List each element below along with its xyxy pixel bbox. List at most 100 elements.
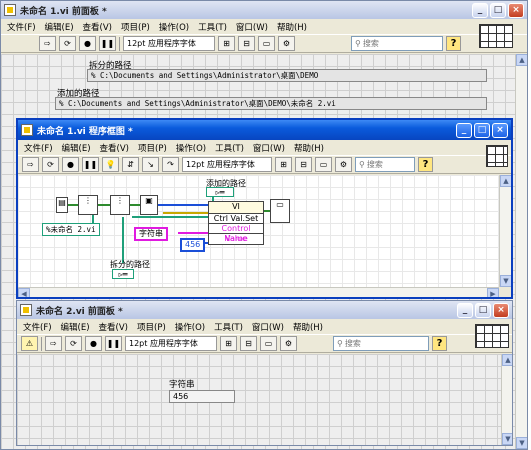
- vi-path-constant[interactable]: %未命名 2.vi: [42, 223, 100, 236]
- property-node[interactable]: VI Ctrl Val.Set Control Name Value: [208, 201, 264, 245]
- close-button[interactable]: ×: [492, 122, 508, 138]
- run-arrow-icon[interactable]: ⇨: [45, 336, 62, 351]
- menu-view[interactable]: 查看(V): [100, 142, 129, 154]
- align-icon[interactable]: ⊞: [275, 157, 292, 172]
- menu-operate[interactable]: 操作(O): [159, 21, 189, 33]
- scroll-right-icon[interactable]: ▶: [487, 288, 499, 297]
- scroll-down-icon[interactable]: ▼: [502, 433, 512, 445]
- menu-window[interactable]: 窗口(W): [253, 142, 285, 154]
- distribute-icon[interactable]: ⊟: [240, 336, 257, 351]
- horizontal-scrollbar[interactable]: ◀ ▶: [18, 287, 499, 297]
- run-continuous-icon[interactable]: ⟳: [42, 157, 59, 172]
- help-icon[interactable]: ?: [418, 157, 433, 172]
- vertical-scrollbar[interactable]: ▲ ▼: [501, 354, 512, 445]
- retain-wire-values-icon[interactable]: ⇵: [122, 157, 139, 172]
- menu-help[interactable]: 帮助(H): [293, 321, 323, 333]
- align-icon[interactable]: ⊞: [218, 36, 235, 51]
- step-over-icon[interactable]: ↷: [162, 157, 179, 172]
- distribute-icon[interactable]: ⊟: [238, 36, 255, 51]
- align-icon[interactable]: ⊞: [220, 336, 237, 351]
- minimize-button[interactable]: _: [457, 302, 473, 318]
- run-arrow-icon[interactable]: ⇨: [39, 36, 56, 51]
- vertical-scrollbar[interactable]: ▲ ▼: [515, 54, 527, 449]
- search-input[interactable]: ⚲ 搜索: [355, 157, 415, 172]
- connector-pane-icon[interactable]: [479, 24, 513, 48]
- scroll-up-icon[interactable]: ▲: [500, 175, 511, 187]
- menu-tools[interactable]: 工具(T): [214, 321, 243, 333]
- font-select[interactable]: 12pt 应用程序字体: [123, 36, 215, 51]
- menu-project[interactable]: 项目(P): [138, 142, 167, 154]
- resize-icon[interactable]: ▭: [315, 157, 332, 172]
- menu-file[interactable]: 文件(F): [7, 21, 36, 33]
- reorder-icon[interactable]: ⚙: [278, 36, 295, 51]
- build-path-node[interactable]: ⋮: [110, 195, 130, 215]
- title-bar[interactable]: 未命名 1.vi 前面板 * _ □ ×: [1, 1, 527, 19]
- reorder-icon[interactable]: ⚙: [280, 336, 297, 351]
- menu-project[interactable]: 项目(P): [121, 21, 150, 33]
- title-bar[interactable]: 未命名 1.vi 程序框图 * _ □ ×: [18, 120, 511, 140]
- pause-icon[interactable]: ❚❚: [82, 157, 99, 172]
- added-path-terminal[interactable]: ▹═: [206, 187, 234, 197]
- menu-operate[interactable]: 操作(O): [176, 142, 206, 154]
- help-icon[interactable]: ?: [432, 336, 447, 351]
- vertical-scrollbar[interactable]: ▲ ▼: [499, 175, 511, 287]
- resize-icon[interactable]: ▭: [260, 336, 277, 351]
- string-indicator[interactable]: 456: [169, 390, 235, 403]
- run-continuous-icon[interactable]: ⟳: [65, 336, 82, 351]
- menu-file[interactable]: 文件(F): [23, 321, 52, 333]
- distribute-icon[interactable]: ⊟: [295, 157, 312, 172]
- menu-edit[interactable]: 编辑(E): [61, 321, 90, 333]
- strip-path-node[interactable]: ⋮: [78, 195, 98, 215]
- highlight-execution-icon[interactable]: 💡: [102, 157, 119, 172]
- search-input[interactable]: ⚲ 搜索: [351, 36, 443, 51]
- menu-operate[interactable]: 操作(O): [175, 321, 205, 333]
- step-into-icon[interactable]: ↘: [142, 157, 159, 172]
- menu-tools[interactable]: 工具(T): [215, 142, 244, 154]
- string-constant[interactable]: 字符串: [134, 227, 168, 241]
- menu-help[interactable]: 帮助(H): [294, 142, 324, 154]
- scroll-up-icon[interactable]: ▲: [516, 54, 527, 66]
- reorder-icon[interactable]: ⚙: [335, 157, 352, 172]
- menu-window[interactable]: 窗口(W): [236, 21, 268, 33]
- menu-tools[interactable]: 工具(T): [198, 21, 227, 33]
- minimize-button[interactable]: _: [456, 122, 472, 138]
- split-path-terminal[interactable]: ▹═: [112, 269, 134, 279]
- abort-icon[interactable]: ●: [62, 157, 79, 172]
- maximize-button[interactable]: □: [474, 122, 490, 138]
- scroll-down-icon[interactable]: ▼: [516, 437, 527, 449]
- font-select[interactable]: 12pt 应用程序字体: [182, 157, 272, 172]
- pause-icon[interactable]: ❚❚: [99, 36, 116, 51]
- maximize-button[interactable]: □: [475, 302, 491, 318]
- resize-icon[interactable]: ▭: [258, 36, 275, 51]
- open-vi-reference-node[interactable]: ▣: [140, 195, 158, 215]
- run-continuous-icon[interactable]: ⟳: [59, 36, 76, 51]
- title-bar[interactable]: 未命名 2.vi 前面板 * _ □ ×: [17, 301, 512, 319]
- menu-window[interactable]: 窗口(W): [252, 321, 284, 333]
- font-select[interactable]: 12pt 应用程序字体: [125, 336, 217, 351]
- warning-icon[interactable]: ⚠: [21, 336, 38, 351]
- abort-icon[interactable]: ●: [79, 36, 96, 51]
- menu-edit[interactable]: 编辑(E): [45, 21, 74, 33]
- abort-icon[interactable]: ●: [85, 336, 102, 351]
- current-vi-path-node[interactable]: ▤: [56, 197, 68, 213]
- minimize-button[interactable]: _: [472, 2, 488, 18]
- scroll-down-icon[interactable]: ▼: [500, 275, 511, 287]
- close-reference-node[interactable]: ▭: [270, 199, 290, 223]
- maximize-button[interactable]: □: [490, 2, 506, 18]
- search-input[interactable]: ⚲ 搜索: [333, 336, 429, 351]
- menu-file[interactable]: 文件(F): [24, 142, 53, 154]
- menu-help[interactable]: 帮助(H): [277, 21, 307, 33]
- pause-icon[interactable]: ❚❚: [105, 336, 122, 351]
- scroll-up-icon[interactable]: ▲: [502, 354, 512, 366]
- vi-icon[interactable]: [486, 145, 508, 167]
- menu-project[interactable]: 项目(P): [137, 321, 166, 333]
- number-constant[interactable]: 456: [180, 238, 206, 252]
- connector-pane-icon[interactable]: [475, 324, 509, 348]
- close-button[interactable]: ×: [508, 2, 524, 18]
- menu-view[interactable]: 查看(V): [99, 321, 128, 333]
- run-arrow-icon[interactable]: ⇨: [22, 157, 39, 172]
- help-icon[interactable]: ?: [446, 36, 461, 51]
- scroll-left-icon[interactable]: ◀: [18, 288, 30, 297]
- menu-view[interactable]: 查看(V): [83, 21, 112, 33]
- menu-edit[interactable]: 编辑(E): [62, 142, 91, 154]
